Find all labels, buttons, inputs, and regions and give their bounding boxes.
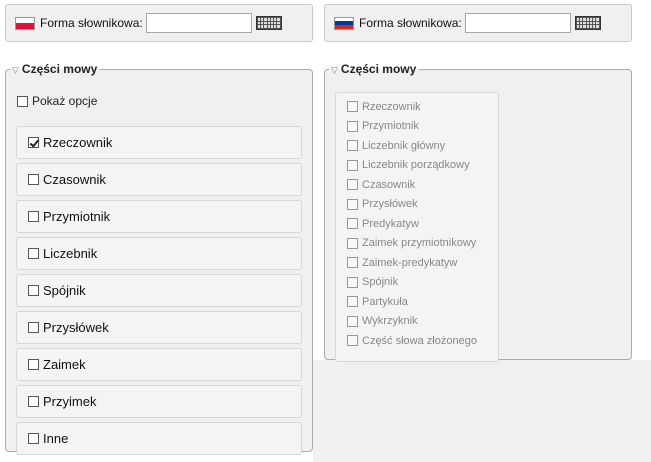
list-item-label: Czasownik bbox=[43, 172, 106, 187]
list-item-label: Spójnik bbox=[43, 283, 86, 298]
checkbox-icon[interactable] bbox=[28, 285, 39, 296]
checkbox-icon[interactable] bbox=[347, 198, 358, 210]
list-item[interactable]: Inne bbox=[16, 422, 302, 455]
list-item-label: Liczebnik porządkowy bbox=[362, 159, 470, 172]
list-item-label: Partykuła bbox=[362, 295, 408, 308]
list-item-label: Przymiotnik bbox=[43, 209, 111, 224]
polish-parts-of-speech: ▽ Części mowy Pokaż opcje Rzeczownik Czaso… bbox=[5, 62, 313, 455]
collapse-triangle-icon: ▽ bbox=[12, 65, 19, 75]
list-item[interactable]: Przymiotnik bbox=[336, 117, 498, 137]
list-item[interactable]: Rzeczownik bbox=[16, 126, 302, 159]
checkbox-icon[interactable] bbox=[347, 159, 358, 171]
legend-text: Części mowy bbox=[340, 62, 417, 76]
checkbox-icon[interactable] bbox=[28, 359, 39, 370]
show-options-checkbox[interactable]: Pokaż opcje bbox=[17, 94, 97, 108]
list-item-label: Liczebnik główny bbox=[362, 139, 446, 152]
list-item[interactable]: Przysłówek bbox=[336, 195, 498, 215]
checkbox-icon[interactable] bbox=[347, 179, 358, 191]
list-item[interactable]: Zaimek-predykatyw bbox=[336, 253, 498, 273]
list-item[interactable]: Przymiotnik bbox=[16, 200, 302, 233]
dictionary-form-label: Forma słownikowa: bbox=[359, 16, 462, 30]
collapse-triangle-icon: ▽ bbox=[331, 65, 338, 75]
checkbox-icon[interactable] bbox=[347, 335, 358, 347]
checkbox-icon[interactable] bbox=[28, 322, 39, 333]
list-item-label: Zaimek bbox=[43, 357, 86, 372]
polish-dictionary-form: Forma słownikowa: bbox=[5, 4, 313, 42]
list-item[interactable]: Przysłówek bbox=[16, 311, 302, 344]
list-item-label: Inne bbox=[43, 431, 69, 446]
russian-flag-icon bbox=[334, 16, 354, 30]
list-item[interactable]: Liczebnik główny bbox=[336, 136, 498, 156]
checkbox-icon bbox=[17, 95, 28, 107]
show-options-label: Pokaż opcje bbox=[32, 94, 98, 108]
list-item[interactable]: Predykatyw bbox=[336, 214, 498, 234]
list-item-label: Czasownik bbox=[362, 178, 416, 191]
checkbox-icon[interactable] bbox=[347, 120, 358, 132]
list-item[interactable]: Spójnik bbox=[336, 273, 498, 293]
virtual-keyboard-icon[interactable] bbox=[255, 16, 282, 30]
polish-dictionary-form-input[interactable] bbox=[145, 13, 252, 33]
parts-of-speech-legend[interactable]: ▽ Części mowy bbox=[10, 62, 100, 76]
list-item-label: Przymiotnik bbox=[362, 120, 419, 133]
checkbox-icon[interactable] bbox=[347, 315, 358, 327]
list-item[interactable]: Zaimek bbox=[16, 348, 302, 381]
list-item[interactable]: Liczebnik bbox=[16, 237, 302, 270]
list-item[interactable]: Partykuła bbox=[336, 292, 498, 312]
russian-dictionary-form: Forma słownikowa: bbox=[324, 4, 632, 42]
parts-of-speech-legend[interactable]: ▽ Części mowy bbox=[329, 62, 419, 76]
checkbox-icon[interactable] bbox=[28, 248, 39, 259]
polish-flag-icon bbox=[15, 16, 35, 30]
checkbox-icon[interactable] bbox=[347, 257, 358, 269]
parts-of-speech-list: Rzeczownik Przymiotnik Liczebnik główny Lic… bbox=[335, 92, 499, 362]
list-item-label: Przysłówek bbox=[362, 198, 418, 211]
list-item-label: Liczebnik bbox=[43, 246, 98, 261]
russian-parts-of-speech: ▽ Części mowy Rzeczownik Przymiotnik Liczeb… bbox=[324, 62, 632, 362]
checkbox-icon[interactable] bbox=[28, 174, 39, 185]
virtual-keyboard-icon[interactable] bbox=[574, 16, 601, 30]
list-item-label: Przysłówek bbox=[43, 320, 109, 335]
list-item-label: Część słowa złożonego bbox=[362, 334, 477, 347]
checkbox-icon[interactable] bbox=[28, 211, 39, 222]
list-item[interactable]: Czasownik bbox=[16, 163, 302, 196]
dictionary-form-label: Forma słownikowa: bbox=[40, 16, 143, 30]
list-item[interactable]: Rzeczownik bbox=[336, 97, 498, 117]
list-item[interactable]: Spójnik bbox=[16, 274, 302, 307]
parts-of-speech-list: Rzeczownik Czasownik Przymiotnik Liczebnik S… bbox=[16, 126, 302, 459]
list-item[interactable]: Czasownik bbox=[336, 175, 498, 195]
checkbox-icon[interactable] bbox=[347, 101, 358, 113]
checkbox-icon[interactable] bbox=[28, 433, 39, 444]
background-area bbox=[313, 360, 651, 462]
list-item-label: Rzeczownik bbox=[43, 135, 113, 150]
list-item-label: Wykrzyknik bbox=[362, 315, 418, 328]
list-item-label: Rzeczownik bbox=[362, 100, 421, 113]
list-item-label: Przyimek bbox=[43, 394, 97, 409]
checkbox-icon[interactable] bbox=[347, 296, 358, 308]
legend-text: Części mowy bbox=[21, 62, 98, 76]
checkbox-icon[interactable] bbox=[28, 137, 39, 148]
list-item-label: Spójnik bbox=[362, 276, 399, 289]
list-item-label: Predykatyw bbox=[362, 217, 419, 230]
list-item[interactable]: Przyimek bbox=[16, 385, 302, 418]
list-item-label: Zaimek-predykatyw bbox=[362, 256, 458, 269]
list-item[interactable]: Liczebnik porządkowy bbox=[336, 156, 498, 176]
checkbox-icon[interactable] bbox=[347, 140, 358, 152]
list-item[interactable]: Zaimek przymiotnikowy bbox=[336, 234, 498, 254]
checkbox-icon[interactable] bbox=[28, 396, 39, 407]
checkbox-icon[interactable] bbox=[347, 276, 358, 288]
russian-dictionary-form-input[interactable] bbox=[464, 13, 571, 33]
list-item-label: Zaimek przymiotnikowy bbox=[362, 237, 477, 250]
list-item[interactable]: Część słowa złożonego bbox=[336, 331, 498, 351]
checkbox-icon[interactable] bbox=[347, 237, 358, 249]
checkbox-icon[interactable] bbox=[347, 218, 358, 230]
list-item[interactable]: Wykrzyknik bbox=[336, 312, 498, 332]
